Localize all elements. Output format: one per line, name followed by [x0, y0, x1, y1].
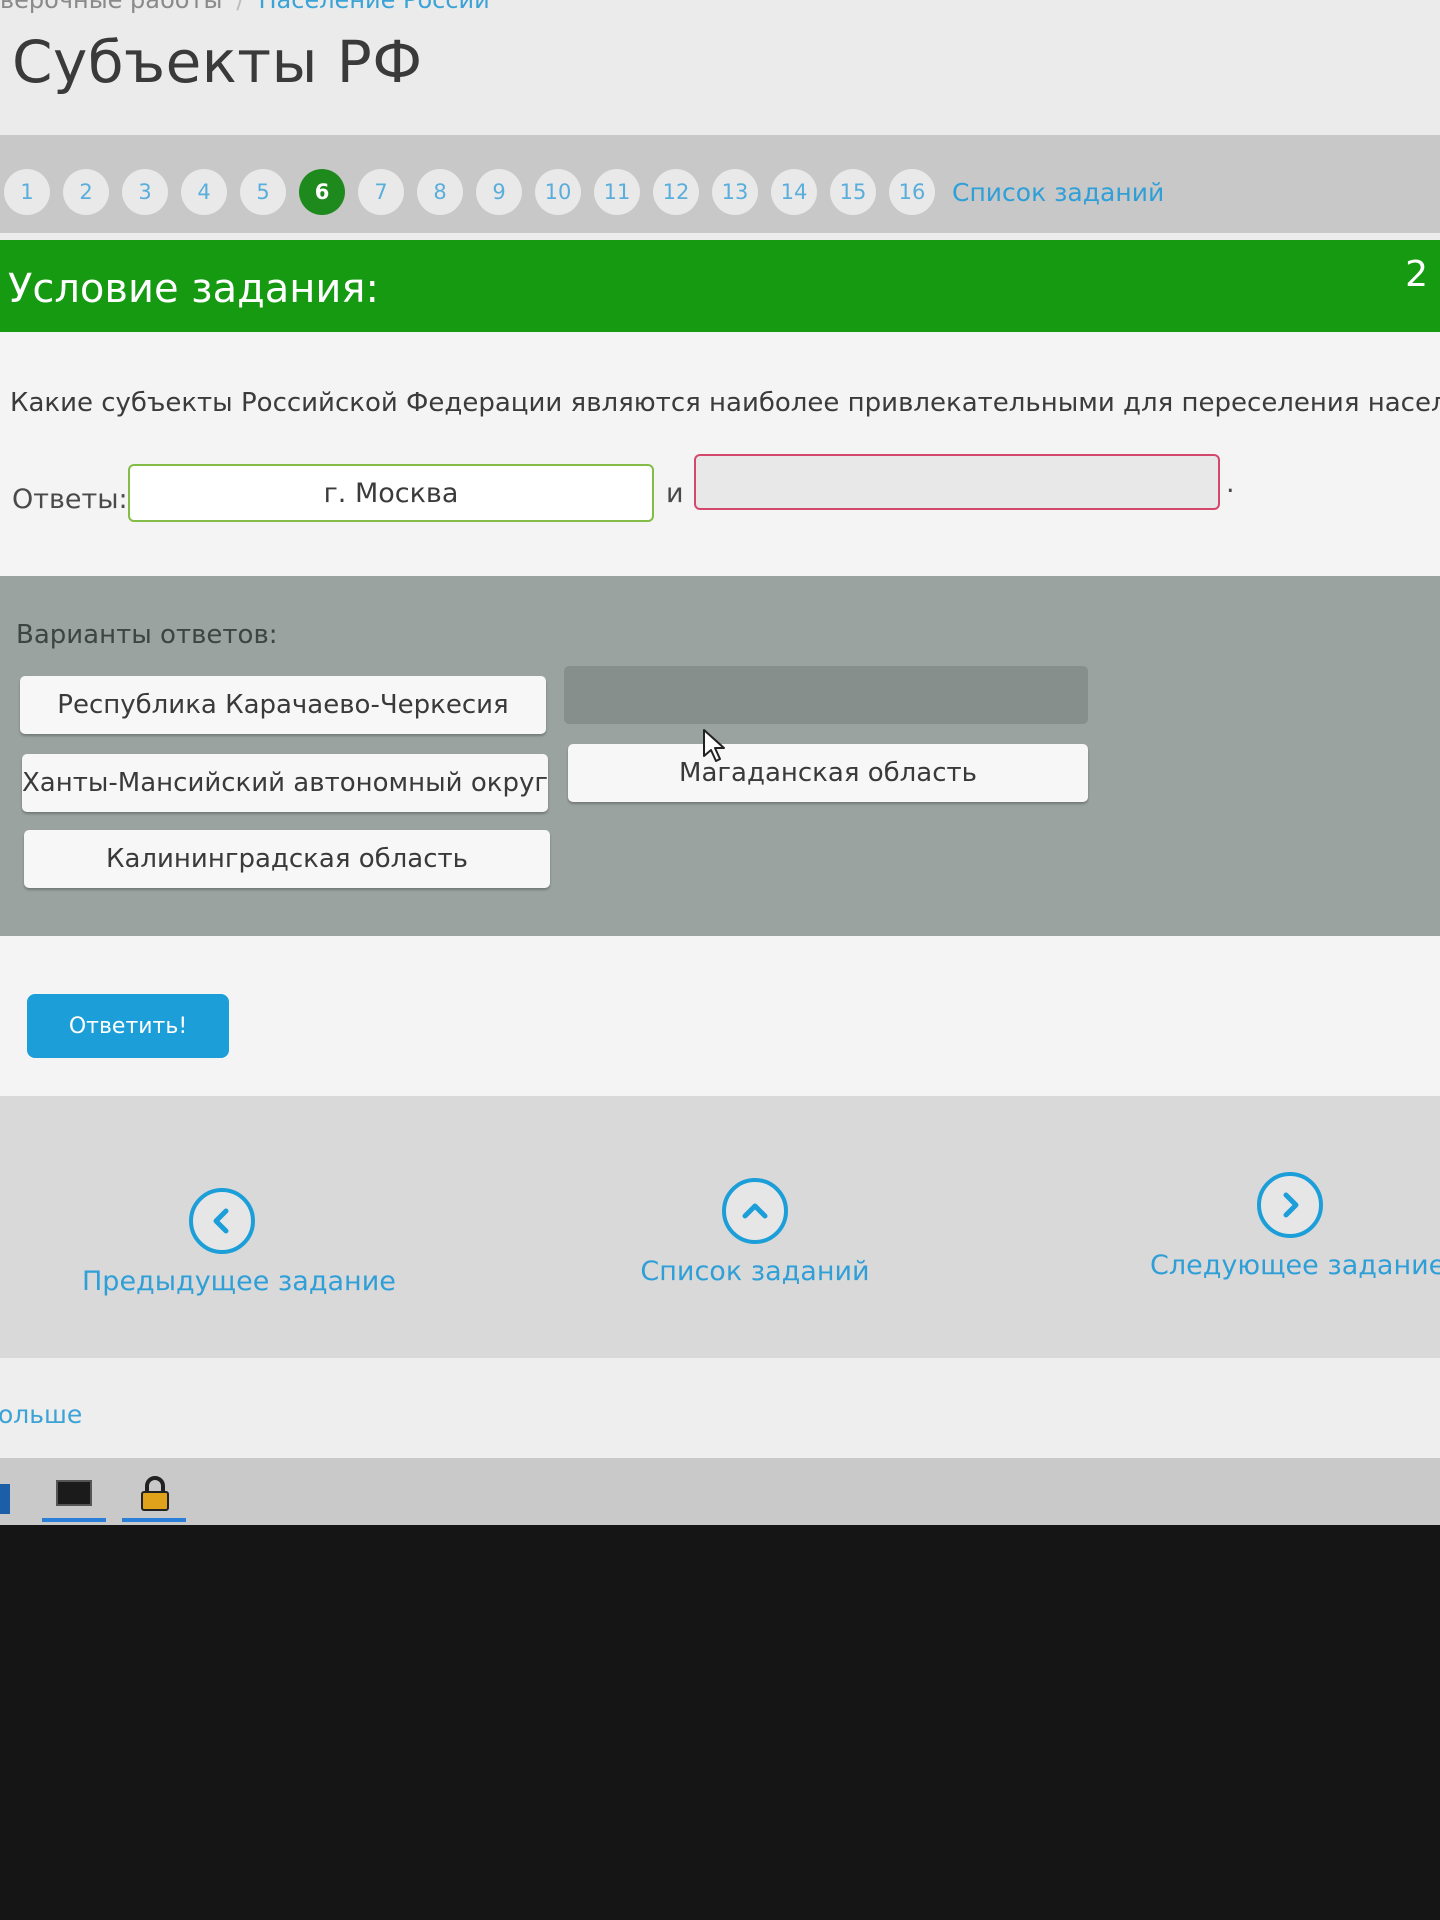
more-link[interactable]: ольше: [0, 1400, 82, 1429]
answer-slot-1[interactable]: г. Москва: [128, 464, 654, 522]
answer-slot-2[interactable]: [694, 454, 1220, 510]
option-empty-slot: [564, 666, 1088, 724]
terminal-icon[interactable]: [56, 1480, 92, 1506]
chevron-right-circle-icon: [1257, 1172, 1323, 1238]
mouse-pointer-icon: [703, 729, 725, 762]
page-header: верочные работы / Население России Субъект…: [0, 0, 1440, 135]
screen: верочные работы / Население России Субъект…: [0, 0, 1440, 1525]
condition-bar: Условие задания: 2: [0, 240, 1440, 332]
task-number-7[interactable]: 7: [358, 169, 404, 215]
bottom-navigation: Предыдущее задание Список заданий Следую…: [0, 1096, 1440, 1358]
task-number-4[interactable]: 4: [181, 169, 227, 215]
task-number-5[interactable]: 5: [240, 169, 286, 215]
task-number-9[interactable]: 9: [476, 169, 522, 215]
task-number-11[interactable]: 11: [594, 169, 640, 215]
submit-area: Ответить!: [0, 936, 1440, 1096]
option-karachay-cherkessia[interactable]: Республика Карачаево-Черкесия: [20, 676, 546, 734]
breadcrumb-separator: /: [236, 0, 245, 14]
task-number-15[interactable]: 15: [830, 169, 876, 215]
answers-label: Ответы:: [12, 484, 128, 515]
question-text: Какие субъекты Российской Федерации явля…: [10, 388, 1440, 418]
task-list-bottom-label: Список заданий: [640, 1256, 870, 1287]
answer-variants: Варианты ответов: Республика Карачаево-Ч…: [0, 576, 1440, 936]
task-number-10[interactable]: 10: [535, 169, 581, 215]
submit-button[interactable]: Ответить!: [27, 994, 229, 1058]
task-number-13[interactable]: 13: [712, 169, 758, 215]
task-number-6[interactable]: 6: [299, 169, 345, 215]
task-number-14[interactable]: 14: [771, 169, 817, 215]
task-list-bottom-link[interactable]: Список заданий: [640, 1178, 870, 1287]
condition-title: Условие задания:: [8, 266, 379, 312]
taskbar-active-indicator: [122, 1518, 186, 1522]
task-number-2[interactable]: 2: [63, 169, 109, 215]
task-number-list: 1 2 3 4 5 6 7 8 9 10 11 12 13 14 15 16 Список заданий: [4, 169, 1164, 215]
task-number-3[interactable]: 3: [122, 169, 168, 215]
taskbar-start-icon[interactable]: [0, 1484, 10, 1514]
task-number-8[interactable]: 8: [417, 169, 463, 215]
option-magadan[interactable]: Магаданская область: [568, 744, 1088, 802]
breadcrumb: верочные работы / Население России: [0, 0, 490, 14]
breadcrumb-item-tests[interactable]: верочные работы: [0, 0, 222, 14]
answer-period: .: [1226, 468, 1235, 499]
taskbar-active-indicator: [42, 1518, 106, 1522]
task-navigation: 1 2 3 4 5 6 7 8 9 10 11 12 13 14 15 16 Список заданий: [0, 135, 1440, 233]
option-khanty-mansi[interactable]: Ханты-Мансийский автономный округ: [22, 754, 548, 812]
taskbar: [0, 1458, 1440, 1525]
task-number-1[interactable]: 1: [4, 169, 50, 215]
previous-task-link[interactable]: Предыдущее задание: [82, 1188, 396, 1297]
previous-task-label: Предыдущее задание: [82, 1266, 396, 1297]
variants-label: Варианты ответов:: [16, 620, 278, 650]
question-area: Какие субъекты Российской Федерации явля…: [0, 332, 1440, 576]
task-score: 2: [1405, 254, 1428, 295]
next-task-link[interactable]: Следующее задание: [1150, 1172, 1440, 1281]
option-kaliningrad[interactable]: Калининградская область: [24, 830, 550, 888]
padlock-icon[interactable]: [138, 1476, 172, 1512]
chevron-up-circle-icon: [722, 1178, 788, 1244]
footer-strip: ольше: [0, 1358, 1440, 1458]
page-title: Субъекты РФ: [12, 28, 423, 96]
breadcrumb-item-population[interactable]: Население России: [259, 0, 490, 14]
chevron-left-circle-icon: [189, 1188, 255, 1254]
answer-separator: и: [666, 478, 684, 509]
task-number-16[interactable]: 16: [889, 169, 935, 215]
task-list-link[interactable]: Список заданий: [952, 178, 1164, 207]
next-task-label: Следующее задание: [1150, 1250, 1440, 1281]
task-number-12[interactable]: 12: [653, 169, 699, 215]
